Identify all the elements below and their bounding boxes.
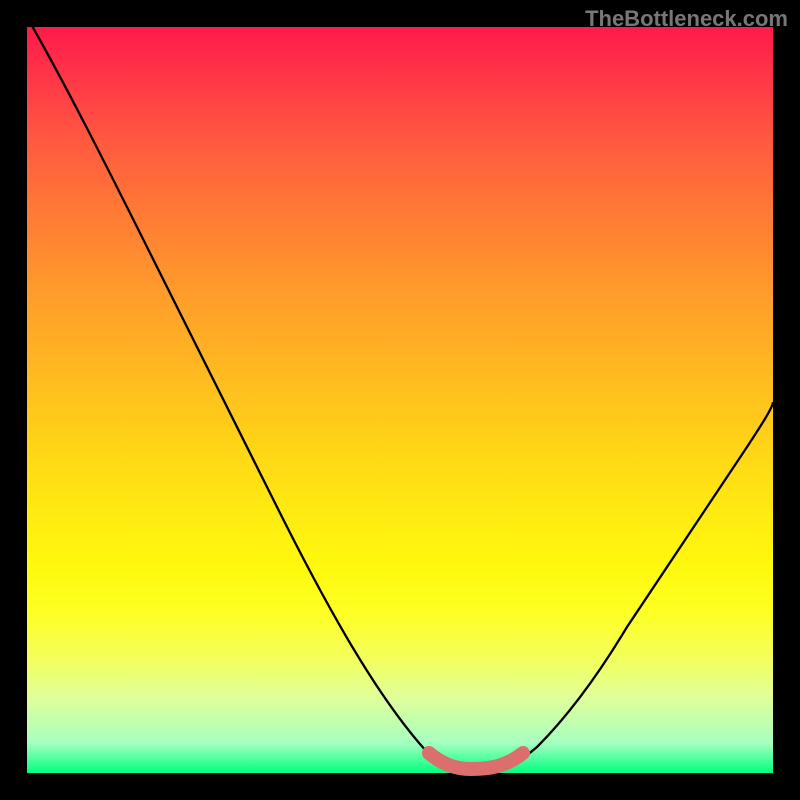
chart-plot-area (27, 27, 773, 773)
watermark: TheBottleneck.com (585, 6, 788, 32)
chart-curve-svg (27, 27, 773, 773)
bottleneck-curve (27, 17, 773, 769)
optimal-zone-marker (429, 753, 523, 769)
